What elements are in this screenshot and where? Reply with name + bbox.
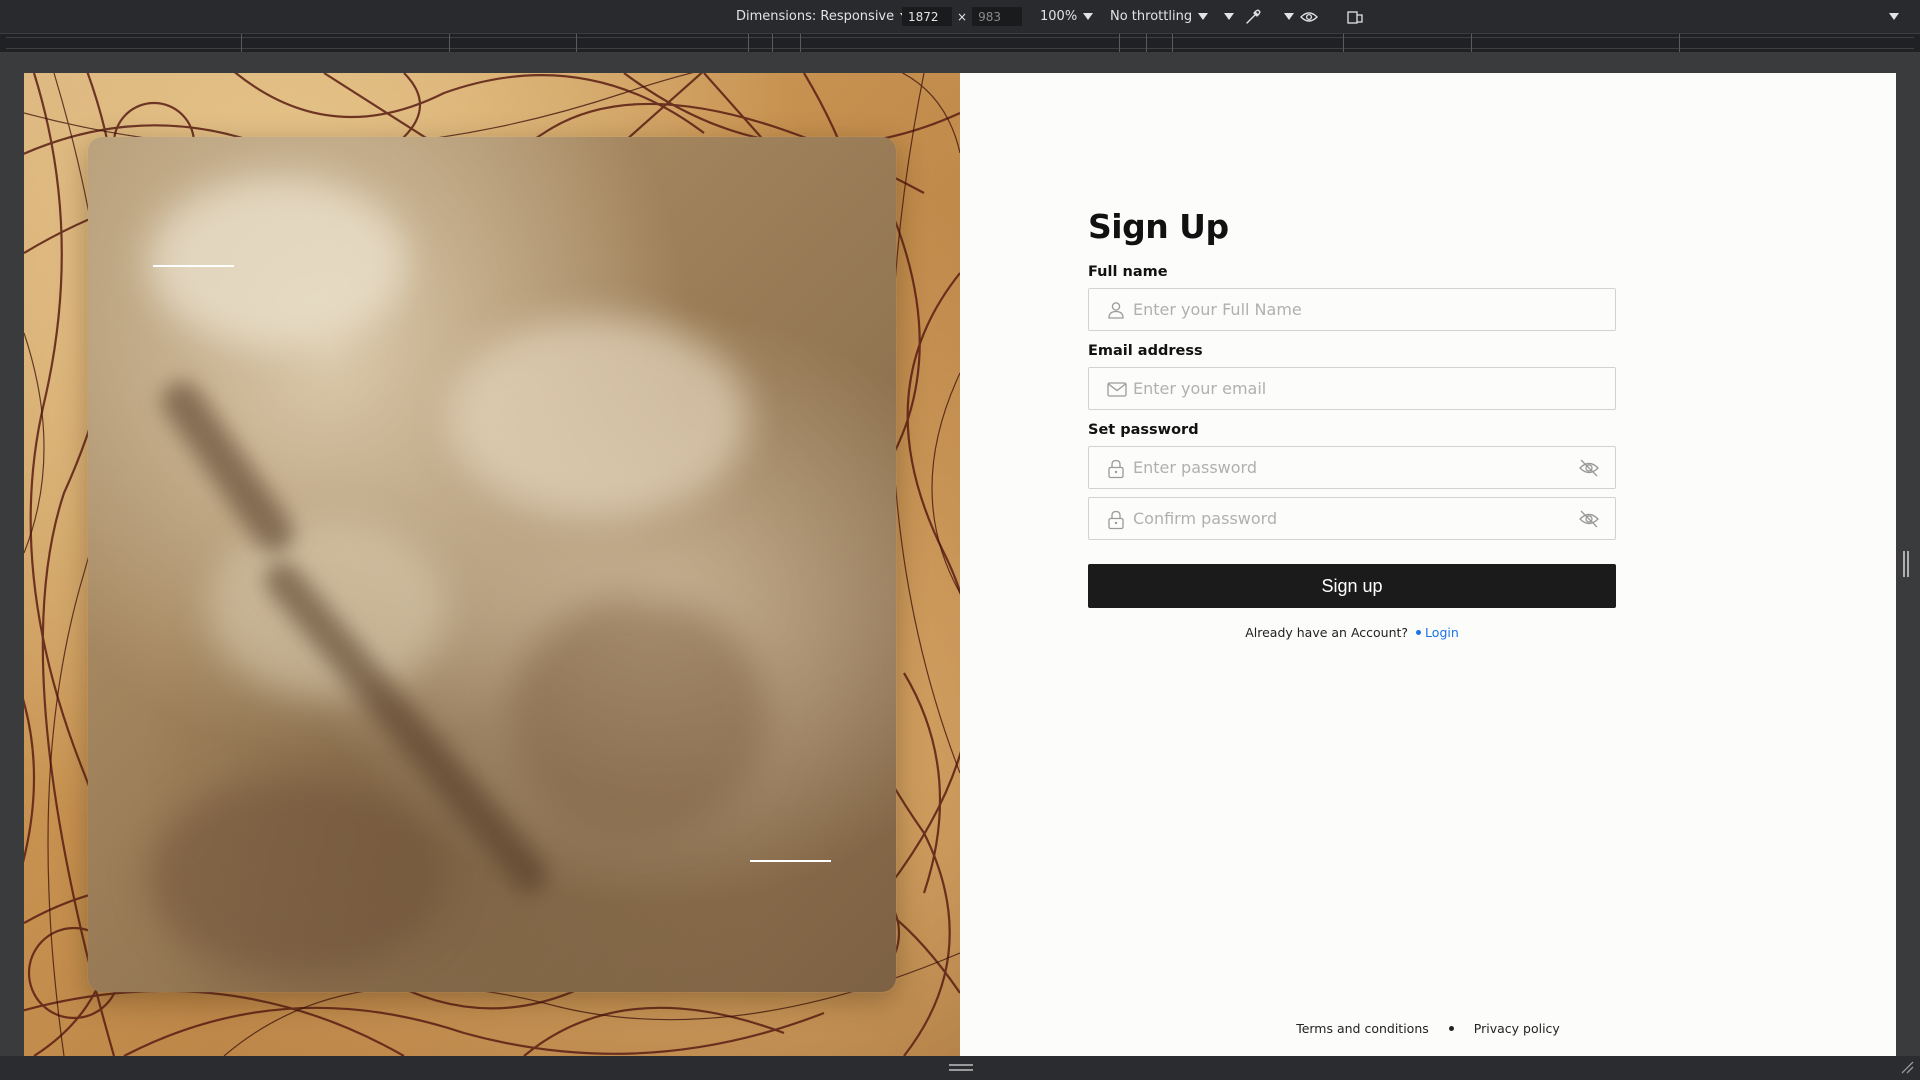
hero-blur-shape (148, 777, 448, 977)
viewport-height-input[interactable] (972, 7, 1023, 26)
user-icon (1107, 301, 1125, 319)
chevron-down-icon (1284, 13, 1294, 20)
signup-panel: Sign Up Full name Email address Set pass… (960, 73, 1896, 1056)
media-query-marker[interactable] (800, 34, 801, 52)
hero-blur-shape (508, 597, 768, 837)
eye-icon (1300, 8, 1318, 26)
media-query-marker[interactable] (241, 34, 242, 52)
media-query-marker[interactable] (1146, 34, 1147, 52)
chevron-down-icon (1889, 13, 1899, 20)
footer-separator-dot (1448, 1026, 1454, 1031)
media-query-marker[interactable] (1343, 34, 1344, 52)
confirm-password-input[interactable] (1089, 498, 1615, 539)
throttling-dropdown[interactable]: No throttling (1110, 0, 1209, 33)
dimensions-label: Dimensions: Responsive (736, 9, 895, 24)
password-input[interactable] (1089, 447, 1615, 488)
media-query-marker[interactable] (772, 34, 773, 52)
hero-image-panel (24, 73, 960, 1056)
viewport-width-resize-handle[interactable] (1903, 551, 1909, 577)
media-query-marker[interactable] (748, 34, 749, 52)
chevron-down-icon (1083, 13, 1094, 20)
hero-accent-line (750, 860, 831, 862)
lock-icon (1107, 459, 1125, 479)
full-name-input[interactable] (1089, 289, 1615, 330)
dimension-inputs: × (902, 0, 1023, 33)
zoom-label: 100% (1040, 9, 1078, 24)
login-link[interactable]: Login (1425, 625, 1459, 640)
eyedropper-icon (1244, 8, 1262, 26)
viewport-width-input[interactable] (902, 7, 952, 26)
hero-blur-shape (154, 373, 302, 561)
mail-icon (1107, 380, 1127, 398)
page-viewport: Sign Up Full name Email address Set pass… (24, 73, 1896, 1056)
password-label: Set password (1088, 422, 1199, 438)
hero-blur-shape (148, 177, 408, 347)
zoom-dropdown[interactable]: 100% (1040, 0, 1094, 33)
signup-form: Sign Up Full name Email address Set pass… (1088, 207, 1616, 640)
dimension-times-symbol: × (957, 9, 968, 24)
vision-dropdown[interactable] (1284, 0, 1318, 33)
hero-blur-shape (448, 317, 748, 517)
signup-button[interactable]: Sign up (1088, 564, 1616, 608)
chevron-down-icon (1198, 13, 1209, 20)
login-prompt-text: Already have an Account? (1245, 625, 1409, 640)
eyedropper-button[interactable] (1244, 0, 1262, 33)
viewport-corner-resize-handle[interactable] (1900, 1060, 1914, 1074)
eye-off-icon[interactable] (1578, 509, 1600, 529)
media-query-marker[interactable] (576, 34, 577, 52)
rotate-device-icon (1346, 8, 1364, 26)
email-label: Email address (1088, 343, 1203, 359)
media-query-track (6, 37, 1914, 49)
full-name-label: Full name (1088, 264, 1168, 280)
device-options-dropdown[interactable] (1224, 0, 1234, 33)
email-field (1088, 367, 1616, 410)
media-query-marker[interactable] (1119, 34, 1120, 52)
chevron-down-icon (1224, 13, 1234, 20)
footer-links: Terms and conditions Privacy policy (960, 1021, 1896, 1036)
page-title: Sign Up (1088, 207, 1229, 246)
media-query-bar (0, 33, 1920, 53)
media-query-marker[interactable] (1679, 34, 1680, 52)
throttling-label: No throttling (1110, 9, 1193, 24)
lock-icon (1107, 510, 1125, 530)
media-query-marker[interactable] (1471, 34, 1472, 52)
login-prompt: Already have an Account? Login (1088, 625, 1616, 640)
devtools-device-toolbar: Dimensions: Responsive × 100% No throttl… (0, 0, 1920, 33)
bullet-dot (1416, 630, 1422, 635)
media-query-marker[interactable] (1172, 34, 1173, 52)
password-field (1088, 446, 1616, 489)
eye-off-icon[interactable] (1578, 458, 1600, 478)
media-query-marker[interactable] (449, 34, 450, 52)
privacy-link[interactable]: Privacy policy (1474, 1021, 1560, 1036)
toolbar-more-dropdown[interactable] (1889, 0, 1899, 33)
rotate-button[interactable] (1346, 0, 1364, 33)
full-name-field (1088, 288, 1616, 331)
confirm-password-field (1088, 497, 1616, 540)
email-input[interactable] (1089, 368, 1615, 409)
hero-accent-line (153, 265, 234, 267)
dimensions-dropdown[interactable]: Dimensions: Responsive (736, 0, 911, 33)
viewport-height-resize-handle[interactable] (949, 1064, 973, 1071)
terms-link[interactable]: Terms and conditions (1296, 1021, 1429, 1036)
